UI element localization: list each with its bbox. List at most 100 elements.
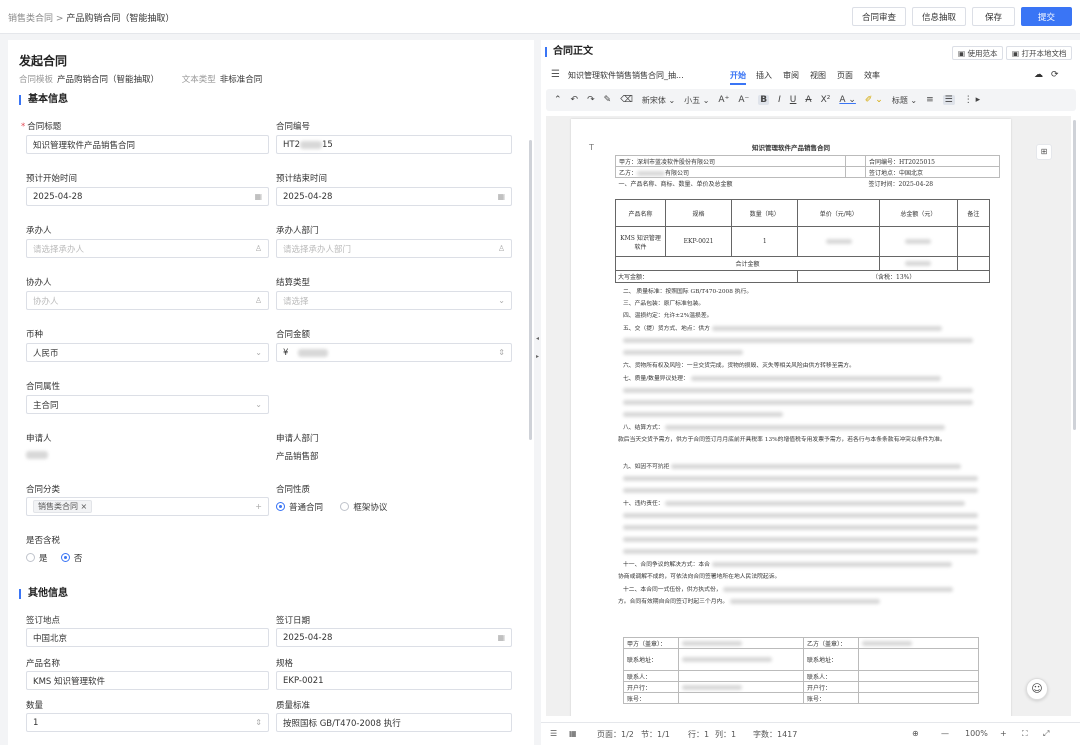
zoom-out-icon[interactable]: — (941, 729, 949, 738)
undo-icon[interactable]: ↶ (571, 95, 579, 105)
settle-type-select[interactable]: 请选择 ⌄ (276, 291, 512, 310)
cloud-icon[interactable]: ☁ (1034, 70, 1043, 80)
tab-review[interactable]: 审阅 (783, 70, 799, 81)
handler-input[interactable]: 请选择承办人 ♙ (26, 239, 269, 258)
nature-normal-radio[interactable] (276, 502, 285, 511)
row-price (797, 226, 880, 257)
sign-place-input[interactable]: 中国北京 (26, 628, 269, 647)
contract-form-panel: 发起合同 合同模板 产品购销合同（智能抽取） 文本类型 非标准合同 基本信息 * 合同… (8, 40, 534, 745)
doc-para-7-cont3 (623, 410, 991, 420)
pages-icon[interactable]: ▦ (569, 729, 577, 738)
highlight-icon[interactable]: ✐ ⌄ (865, 95, 883, 105)
category-select[interactable]: 销售类合同 × + (26, 497, 269, 516)
submit-button[interactable]: 提交 (1020, 7, 1072, 26)
superscript-icon[interactable]: X² (821, 95, 831, 105)
menu-icon[interactable]: ☰ (551, 69, 560, 80)
font-size-select[interactable]: 小五 ⌄ (684, 95, 709, 106)
end-time-picker[interactable]: 2025-04-28 ▦ (276, 187, 512, 206)
sig-contact-a: 联系人： (623, 670, 679, 682)
more-icon[interactable]: ⋮ ▸ (964, 95, 980, 105)
contract-review-button[interactable]: 合同审查 (851, 7, 906, 26)
th-total: 总金额（元） (879, 199, 958, 227)
basic-info-section-title: 基本信息 (19, 95, 68, 105)
style-select[interactable]: 标题 ⌄ (892, 95, 917, 106)
fullscreen-icon[interactable]: ⤢ (1043, 729, 1049, 739)
collapse-icon[interactable]: ⌃ (554, 95, 562, 105)
doc-para-7-cont (623, 386, 991, 396)
form-scrollbar[interactable] (529, 140, 532, 440)
doc-sign-place: 签订地点：中国北京 (865, 166, 1000, 178)
co-handler-input[interactable]: 协办人 ♙ (26, 291, 269, 310)
doc-para-4: 四、温损约定：允许±2%温损差。 (623, 313, 713, 319)
user-icon: ♙ (254, 296, 262, 305)
save-button[interactable]: 保存 (971, 7, 1015, 26)
align-left-icon[interactable]: ≡ (926, 95, 934, 105)
strikethrough-icon[interactable]: A (805, 95, 811, 105)
spec-input[interactable]: EKP-0021 (276, 671, 512, 690)
nature-label: 合同性质 (276, 485, 311, 495)
document-canvas[interactable]: T 知识管理软件产品销售合同 甲方：深圳市蓝凌软件股份有限公司 合同编号：HT20… (546, 116, 1071, 716)
th-qty: 数量（吨） (731, 199, 799, 227)
align-center-icon[interactable]: ☰ (942, 95, 955, 105)
tax-yes-radio[interactable] (26, 553, 35, 562)
doc-para-12: 十二、本合同一式伍份，供方执式份， (623, 585, 991, 595)
outline-icon[interactable]: ☰ (550, 729, 557, 738)
status-section: 节：1/1 (641, 730, 670, 739)
font-color-icon[interactable]: A ⌄ (839, 95, 856, 105)
eraser-icon[interactable]: ⌫ (620, 95, 633, 105)
font-name-select[interactable]: 新宋体 ⌄ (642, 95, 675, 106)
doc-title: 知识管理软件产品销售合同 (752, 144, 830, 152)
bold-icon[interactable]: B (758, 95, 770, 105)
doc-items-table: 产品名称 规格 数量（吨） 单价（元/吨） 总金额（元） 备注 KMS 知识管理… (614, 199, 991, 283)
category-tag: 销售类合同 × (33, 500, 93, 513)
tab-page[interactable]: 页面 (837, 70, 853, 81)
info-extract-button[interactable]: 信息抽取 (911, 7, 966, 26)
start-time-picker[interactable]: 2025-04-28 ▦ (26, 187, 269, 206)
nature-framework-radio[interactable] (340, 502, 350, 511)
stepper-icon[interactable]: ⇕ (255, 718, 262, 727)
panel-divider-handle[interactable]: ◂ ▸ (536, 330, 539, 366)
contract-attr-select[interactable]: 主合同 ⌄ (26, 395, 269, 414)
contract-title-input[interactable]: 知识管理软件产品销售合同 (26, 135, 269, 154)
qty-stepper[interactable]: 1 ⇕ (26, 713, 269, 732)
italic-icon[interactable]: I (778, 95, 781, 105)
breadcrumb-parent[interactable]: 销售类合同 (8, 14, 53, 24)
handler-dept-input[interactable]: 请选择承办人部门 ♙ (276, 239, 512, 258)
sign-date-picker[interactable]: 2025-04-28 ▦ (276, 628, 512, 647)
tab-efficiency[interactable]: 效率 (864, 70, 880, 81)
stepper-icon[interactable]: ⇕ (498, 348, 505, 357)
document-page[interactable]: T 知识管理软件产品销售合同 甲方：深圳市蓝凌软件股份有限公司 合同编号：HT20… (571, 119, 1011, 716)
fit-width-icon[interactable]: ⛶ (1022, 729, 1028, 739)
redo-icon[interactable]: ↷ (587, 95, 595, 105)
doc-signature-table: 甲方（盖章）： 乙方（盖章）： 联系地址： 联系地址： 联系人： 联系人： 开户行： 开… (623, 637, 979, 704)
document-scrollbar[interactable] (1073, 120, 1076, 430)
use-template-button[interactable]: ▣ 使用范本 (952, 46, 1004, 60)
plus-icon[interactable]: + (255, 502, 262, 511)
contract-no-input[interactable]: HT2 15 (276, 135, 512, 154)
sync-icon[interactable]: ⟳ (1051, 70, 1059, 80)
language-icon[interactable]: ⊕ (912, 729, 919, 738)
doc-para-5-cont (623, 336, 991, 346)
contract-attr-label: 合同属性 (26, 382, 61, 392)
zoom-level[interactable]: 100% (965, 729, 988, 738)
applicant-dept-value: 产品销售部 (276, 452, 319, 462)
tax-no-radio[interactable] (60, 553, 70, 562)
product-input[interactable]: KMS 知识管理软件 (26, 671, 269, 690)
tab-insert[interactable]: 插入 (756, 70, 772, 81)
underline-icon[interactable]: U (790, 95, 797, 105)
assistant-icon[interactable]: ☺ (1026, 678, 1048, 700)
tab-view[interactable]: 视图 (810, 70, 826, 81)
chevron-down-icon: ⌄ (255, 348, 262, 357)
th-price: 单价（元/吨） (797, 199, 880, 227)
font-shrink-icon[interactable]: A⁻ (738, 95, 749, 105)
comment-icon[interactable]: ⊞ (1036, 144, 1052, 160)
font-grow-icon[interactable]: A⁺ (718, 95, 729, 105)
currency-select[interactable]: 人民币 ⌄ (26, 343, 269, 362)
amount-input[interactable]: ¥ ⇕ (276, 343, 512, 362)
open-local-doc-button[interactable]: ▣ 打开本地文档 (1006, 46, 1073, 60)
quality-input[interactable]: 按照国标 GB/T470-2008 执行 (276, 713, 512, 732)
format-painter-icon[interactable]: ✎ (604, 95, 612, 105)
tab-start[interactable]: 开始 (730, 70, 746, 85)
zoom-in-icon[interactable]: + (1000, 729, 1007, 738)
doc-para-8: 八、结算方式： (623, 423, 991, 433)
